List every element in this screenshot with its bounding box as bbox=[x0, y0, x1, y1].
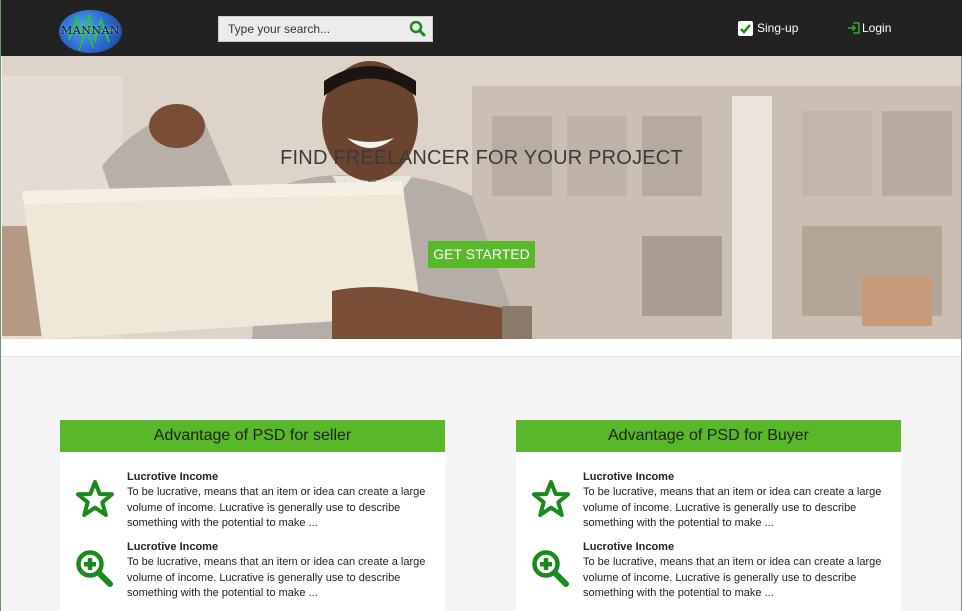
feature-item: Lucrotive Income To be lucrative, means … bbox=[516, 469, 901, 531]
feature-text: To be lucrative, means that an item or i… bbox=[127, 486, 426, 529]
feature-title: Lucrotive Income bbox=[583, 471, 675, 483]
feature-text: To be lucrative, means that an item or i… bbox=[583, 486, 882, 529]
hero-banner: FIND FREELANCER FOR YOUR PROJECT GET STA… bbox=[2, 56, 961, 339]
card-title: Advantage of PSD for Buyer bbox=[516, 420, 901, 452]
top-navbar: MANNAN Sing-up Login bbox=[1, 0, 962, 56]
get-started-button[interactable]: GET STARTED bbox=[428, 241, 535, 268]
card-title: Advantage of PSD for seller bbox=[60, 420, 445, 452]
login-label: Login bbox=[862, 21, 892, 35]
check-icon bbox=[738, 20, 753, 36]
logo-text: MANNAN bbox=[60, 24, 121, 37]
feature-text: To be lucrative, means that an item or i… bbox=[127, 556, 426, 599]
star-icon bbox=[532, 480, 570, 517]
login-icon bbox=[848, 22, 860, 34]
feature-title: Lucrotive Income bbox=[127, 471, 219, 483]
feature-text: To be lucrative, means that an item or i… bbox=[583, 556, 882, 599]
hero-title: FIND FREELANCER FOR YOUR PROJECT bbox=[280, 147, 683, 169]
hero-photo-image bbox=[2, 56, 961, 339]
search-input[interactable] bbox=[219, 17, 409, 41]
signup-link[interactable]: Sing-up bbox=[738, 20, 798, 36]
feature-item: Lucrotive Income To be lucrative, means … bbox=[60, 469, 445, 531]
section-divider bbox=[2, 339, 961, 357]
star-icon bbox=[76, 480, 114, 517]
search-icon[interactable] bbox=[408, 19, 428, 39]
login-link[interactable]: Login bbox=[847, 20, 891, 36]
signup-label: Sing-up bbox=[757, 21, 799, 35]
zoom-in-icon bbox=[76, 550, 113, 587]
site-logo[interactable]: MANNAN bbox=[59, 10, 122, 53]
feature-title: Lucrotive Income bbox=[583, 541, 675, 553]
buyer-advantages-card: Advantage of PSD for Buyer Lucrotive Inc… bbox=[516, 420, 901, 611]
zoom-in-icon bbox=[532, 550, 569, 587]
feature-item: Lucrotive Income To be lucrative, means … bbox=[60, 539, 445, 601]
seller-advantages-card: Advantage of PSD for seller Lucrotive In… bbox=[60, 420, 445, 611]
feature-title: Lucrotive Income bbox=[127, 541, 219, 553]
feature-item: Lucrotive Income To be lucrative, means … bbox=[516, 539, 901, 601]
search-box bbox=[218, 16, 433, 42]
